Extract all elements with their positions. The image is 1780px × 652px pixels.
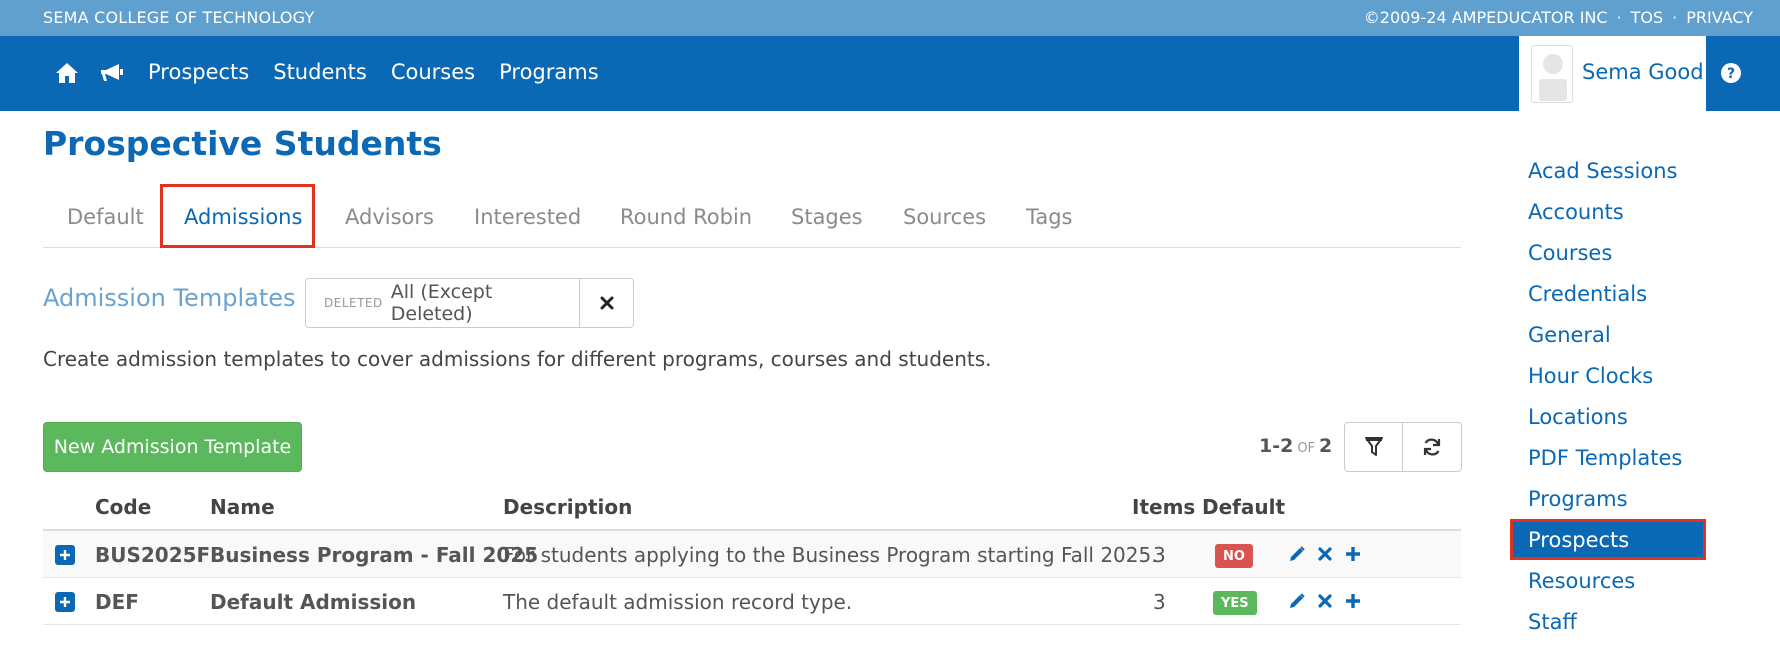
pencil-icon [1290, 546, 1305, 561]
filter-icon [1364, 437, 1383, 456]
user-name: Sema Good [1582, 60, 1704, 84]
tab-tags[interactable]: Tags [1026, 205, 1073, 229]
new-admission-template-button[interactable]: New Admission Template [43, 422, 302, 472]
delete-button[interactable] [1315, 591, 1335, 611]
filter-button[interactable] [1345, 423, 1403, 471]
plus-icon [1346, 547, 1360, 561]
school-name: SEMA COLLEGE OF TECHNOLOGY [43, 8, 315, 27]
nav-prospects[interactable]: Prospects [148, 60, 249, 84]
table-row: BUS2025F Business Program - Fall 2025 Fo… [43, 531, 1461, 578]
sidebar-item-locations[interactable]: Locations [1510, 396, 1706, 437]
home-icon[interactable] [52, 58, 82, 88]
top-bar: SEMA COLLEGE OF TECHNOLOGY ©2009-24 AMPE… [0, 0, 1780, 36]
sidebar-item-credentials[interactable]: Credentials [1510, 273, 1706, 314]
sidebar-item-accounts[interactable]: Accounts [1510, 191, 1706, 232]
clear-filter-button[interactable] [580, 279, 633, 327]
sidebar-item-acad-sessions[interactable]: Acad Sessions [1510, 150, 1706, 191]
header-name: Name [210, 495, 275, 519]
avatar [1531, 45, 1573, 103]
pager-of: OF [1297, 441, 1316, 456]
plus-icon [1346, 594, 1360, 608]
delete-button[interactable] [1315, 544, 1335, 564]
sidebar-item-resources[interactable]: Resources [1510, 560, 1706, 601]
row-items: 3 [1153, 590, 1166, 614]
top-bar-links: ©2009-24 AMPEDUCATOR INC · TOS · PRIVACY [1364, 8, 1753, 27]
edit-button[interactable] [1287, 591, 1307, 611]
tab-interested[interactable]: Interested [474, 205, 581, 229]
edit-button[interactable] [1287, 544, 1307, 564]
copyright-text: ©2009-24 AMPEDUCATOR INC [1363, 8, 1608, 27]
plus-icon [60, 550, 70, 560]
row-actions [1287, 544, 1363, 564]
section-title: Admission Templates [43, 284, 296, 312]
add-button[interactable] [1343, 544, 1363, 564]
row-code: BUS2025F [95, 543, 211, 567]
table-row: DEF Default Admission The default admiss… [43, 578, 1461, 625]
row-items: 3 [1153, 543, 1166, 567]
separator: · [1616, 8, 1622, 27]
header-code: Code [95, 495, 152, 519]
tab-round-robin[interactable]: Round Robin [620, 205, 752, 229]
sidebar-item-courses[interactable]: Courses [1510, 232, 1706, 273]
row-description: The default admission record type. [503, 590, 853, 614]
pager-range: 1-2 [1259, 435, 1294, 457]
header-default: Default [1202, 495, 1286, 519]
tab-default[interactable]: Default [67, 205, 144, 229]
section-description: Create admission templates to cover admi… [43, 347, 992, 371]
settings-sidebar: Acad Sessions Accounts Courses Credentia… [1510, 150, 1706, 642]
refresh-button[interactable] [1403, 423, 1461, 471]
row-code: DEF [95, 590, 139, 614]
user-menu[interactable]: Sema Good [1519, 36, 1706, 111]
nav-programs[interactable]: Programs [499, 60, 599, 84]
tab-advisors[interactable]: Advisors [345, 205, 434, 229]
sidebar-item-programs[interactable]: Programs [1510, 478, 1706, 519]
question-circle-icon[interactable]: ? [1716, 58, 1746, 88]
plus-icon [60, 597, 70, 607]
default-badge: YES [1213, 591, 1257, 615]
pencil-icon [1290, 593, 1305, 608]
sidebar-item-hour-clocks[interactable]: Hour Clocks [1510, 355, 1706, 396]
tab-stages[interactable]: Stages [791, 205, 863, 229]
row-actions [1287, 591, 1363, 611]
svg-text:?: ? [1727, 66, 1735, 82]
main-navbar: Prospects Students Courses Programs Sema… [0, 36, 1780, 111]
nav-students[interactable]: Students [273, 60, 367, 84]
pager: 1-2 OF 2 [1259, 435, 1332, 457]
close-icon [1318, 547, 1332, 561]
sidebar-item-staff[interactable]: Staff [1510, 601, 1706, 642]
table-body: BUS2025F Business Program - Fall 2025 Fo… [43, 531, 1461, 625]
close-icon [1318, 594, 1332, 608]
filter-value: All (Except Deleted) [390, 281, 493, 325]
tab-sources[interactable]: Sources [903, 205, 986, 229]
deleted-filter-select[interactable]: DELETED All (Except Deleted) [306, 279, 581, 327]
expand-row-button[interactable] [55, 592, 75, 612]
row-name: Default Admission [210, 590, 417, 614]
privacy-link[interactable]: PRIVACY [1686, 8, 1753, 27]
expand-row-button[interactable] [55, 545, 75, 565]
sidebar-item-pdf-templates[interactable]: PDF Templates [1510, 437, 1706, 478]
sidebar-item-prospects[interactable]: Prospects [1510, 519, 1706, 560]
row-description: For students applying to the Business Pr… [503, 543, 1158, 567]
default-badge: NO [1215, 544, 1253, 568]
pager-total: 2 [1319, 435, 1333, 457]
active-tab-highlight [160, 184, 315, 248]
deleted-filter: DELETED All (Except Deleted) [305, 278, 634, 328]
add-button[interactable] [1343, 591, 1363, 611]
refresh-icon [1423, 438, 1441, 456]
filter-label: DELETED [324, 296, 383, 310]
row-name: Business Program - Fall 2025 [210, 543, 539, 567]
table-header: Code Name Description Items Default [43, 487, 1461, 531]
header-items: Items [1132, 495, 1196, 519]
table-tools [1344, 422, 1462, 472]
page-title: Prospective Students [43, 124, 442, 163]
tos-link[interactable]: TOS [1631, 8, 1664, 27]
close-icon [600, 296, 614, 310]
megaphone-icon[interactable] [97, 58, 127, 88]
nav-links: Prospects Students Courses Programs [148, 60, 599, 84]
sidebar-item-general[interactable]: General [1510, 314, 1706, 355]
header-description: Description [503, 495, 633, 519]
admission-templates-table: Code Name Description Items Default BUS2… [43, 487, 1461, 625]
nav-courses[interactable]: Courses [391, 60, 475, 84]
separator: · [1672, 8, 1678, 27]
